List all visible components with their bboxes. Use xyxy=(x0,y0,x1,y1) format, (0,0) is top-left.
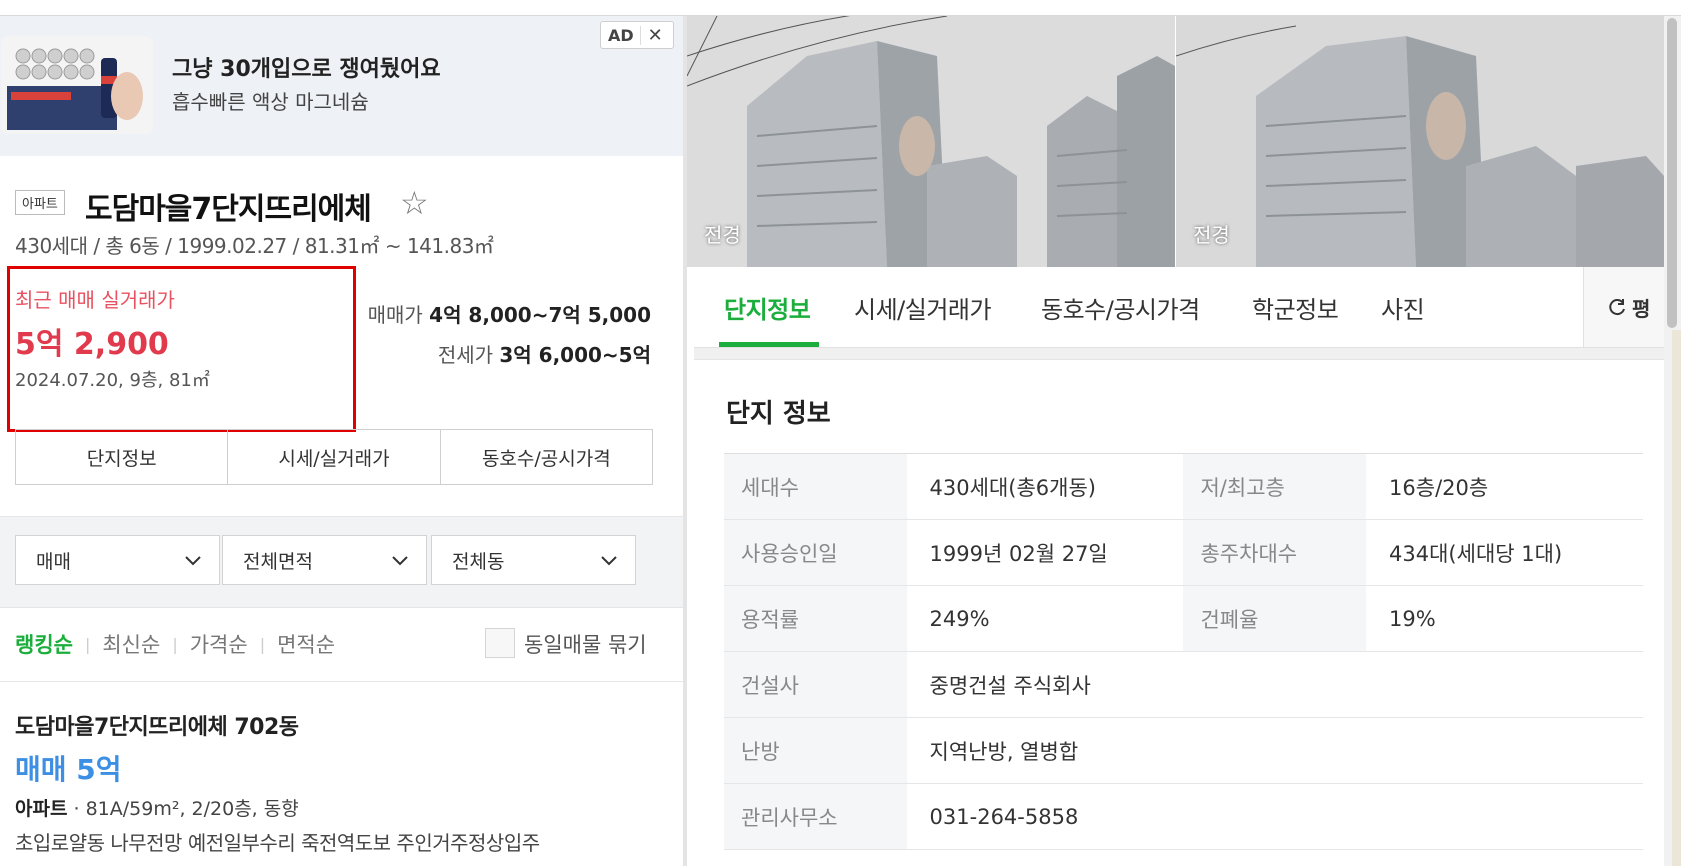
info-value: 16층/20층 xyxy=(1366,453,1643,520)
ad-title[interactable]: 그냥 30개입으로 쟁여뒀어요 xyxy=(172,51,441,83)
list-divider xyxy=(0,681,683,682)
listing-spec-detail: · 81A/59m², 2/20층, 동향 xyxy=(67,798,299,820)
sort-separator: | xyxy=(259,634,266,654)
property-type-badge: 아파트 xyxy=(15,190,65,215)
listing-type: 아파트 xyxy=(15,798,68,820)
recent-trade-label: 최근 매매 실거래가 xyxy=(15,288,175,312)
listing-price[interactable]: 매매 5억 xyxy=(15,748,122,788)
table-row: 건설사 중명건설 주식회사 xyxy=(724,651,1643,718)
tab-unit-official-price[interactable]: 동호수/공시가격 xyxy=(441,430,652,484)
tab-market-trade[interactable]: 시세/실거래가 xyxy=(854,290,992,325)
info-value: 434대(세대당 1대) xyxy=(1366,519,1643,586)
jeonse-price-label: 전세가 xyxy=(437,343,494,367)
info-value: 중명건설 주식회사 xyxy=(906,651,1643,718)
ad-subtitle[interactable]: 흡수빠른 액상 마그네슘 xyxy=(172,86,369,115)
info-key: 건폐율 xyxy=(1183,585,1367,652)
info-key: 총주차대수 xyxy=(1183,519,1367,586)
complex-name: 도담마을7단지뜨리에체 xyxy=(85,192,372,227)
unit-toggle-label: 평 xyxy=(1632,296,1651,321)
jeonse-price-range: 전세가 3억 6,000~5억 xyxy=(438,339,651,368)
info-key: 저/최고층 xyxy=(1183,453,1367,520)
info-section-title: 단지 정보 xyxy=(726,399,831,429)
left-panel: 그냥 30개입으로 쟁여뒀어요 흡수빠른 액상 마그네슘 AD ✕ 아파트 도담… xyxy=(0,16,683,866)
refresh-icon xyxy=(1609,299,1625,316)
complex-summary: 430세대 / 총 6동 / 1999.02.27 / 81.31㎡ ~ 141… xyxy=(15,234,494,258)
photo-label: 전경 xyxy=(704,223,741,247)
info-key: 관리사무소 xyxy=(724,783,907,850)
sort-price[interactable]: 가격순 xyxy=(190,629,248,659)
sale-price-value: 4억 8,000~7억 5,000 xyxy=(429,303,651,327)
active-tab-indicator xyxy=(719,342,819,347)
info-value: 249% xyxy=(906,585,1184,652)
info-value: 19% xyxy=(1366,585,1643,652)
sale-price-label: 매매가 xyxy=(367,303,423,327)
table-row: 난방 지역난방, 열병합 xyxy=(724,717,1643,784)
complex-info-table: 세대수 430세대(총6개동) 저/최고층 16층/20층 사용승인일 1999… xyxy=(724,453,1643,850)
complex-tab-bar: 단지정보 시세/실거래가 동호수/공시가격 xyxy=(15,429,653,485)
sort-ranking[interactable]: 랭킹순 xyxy=(15,629,73,659)
info-key: 사용승인일 xyxy=(724,519,907,586)
tab-complex-detail[interactable]: 단지정보 xyxy=(724,290,811,325)
chevron-down-icon xyxy=(392,556,408,566)
table-row: 사용승인일 1999년 02월 27일 총주차대수 434대(세대당 1대) xyxy=(724,519,1643,586)
area-value: 전체면적 xyxy=(243,550,313,573)
map-edge xyxy=(1672,330,1681,866)
tab-school-info[interactable]: 학군정보 xyxy=(1252,290,1339,325)
unit-toggle-button[interactable]: 평 xyxy=(1583,267,1673,347)
sort-separator: | xyxy=(84,634,91,654)
table-row: 관리사무소 031-264-5858 xyxy=(724,783,1643,850)
scrollbar-thumb[interactable] xyxy=(1667,18,1677,328)
chevron-down-icon xyxy=(185,556,201,566)
sort-latest[interactable]: 최신순 xyxy=(102,629,160,659)
building-value: 전체동 xyxy=(452,550,505,573)
favorite-star-icon[interactable]: ☆ xyxy=(400,184,429,222)
table-row: 용적률 249% 건폐율 19% xyxy=(724,585,1643,652)
area-select[interactable]: 전체면적 xyxy=(222,535,427,585)
info-key: 건설사 xyxy=(724,651,907,718)
info-key: 난방 xyxy=(724,717,907,784)
listing-description: 초입로얄동 나무전망 예전일부수리 죽전역도보 주인거주정상입주 xyxy=(15,831,540,855)
info-value: 430세대(총6개동) xyxy=(906,453,1184,520)
sort-area[interactable]: 면적순 xyxy=(277,629,335,659)
info-value: 031-264-5858 xyxy=(906,783,1643,850)
table-row: 세대수 430세대(총6개동) 저/최고층 16층/20층 xyxy=(724,453,1643,520)
trade-type-select[interactable]: 매매 xyxy=(15,535,220,585)
complex-photo-1[interactable]: 전경 xyxy=(687,16,1175,267)
listing-title[interactable]: 도담마을7단지뜨리에체 702동 xyxy=(15,709,299,741)
tab-photos[interactable]: 사진 xyxy=(1381,290,1425,325)
info-value: 1999년 02월 27일 xyxy=(906,519,1184,586)
photo-label: 전경 xyxy=(1193,223,1230,247)
complex-photo-2[interactable]: 전경 xyxy=(1176,16,1664,267)
info-key: 세대수 xyxy=(724,453,907,520)
chevron-down-icon xyxy=(601,556,617,566)
sort-separator: | xyxy=(172,634,178,654)
building-select[interactable]: 전체동 xyxy=(431,535,636,585)
tab-unit-price[interactable]: 동호수/공시가격 xyxy=(1041,290,1200,325)
info-value: 지역난방, 열병합 xyxy=(906,717,1643,784)
recent-trade-price: 5억 2,900 xyxy=(15,327,169,362)
listing-spec: 아파트 · 81A/59m², 2/20층, 동향 xyxy=(15,794,299,821)
sale-price-range: 매매가 4억 8,000~7억 5,000 xyxy=(368,299,651,328)
ad-banner[interactable]: 그냥 30개입으로 쟁여뒀어요 흡수빠른 액상 마그네슘 AD ✕ xyxy=(0,16,683,156)
ad-label: AD xyxy=(601,25,641,45)
sort-options: 랭킹순 | 최신순 | 가격순 | 면적순 xyxy=(15,629,335,659)
ad-product-image[interactable] xyxy=(1,36,153,134)
group-listings-checkbox[interactable] xyxy=(485,628,515,658)
jeonse-price-value: 3억 6,000~5억 xyxy=(499,343,651,367)
tab-complex-info[interactable]: 단지정보 xyxy=(16,430,229,484)
tab-market-price[interactable]: 시세/실거래가 xyxy=(228,430,441,484)
trade-type-value: 매매 xyxy=(36,550,71,573)
section-separator xyxy=(694,348,1672,360)
info-key: 용적률 xyxy=(724,585,907,652)
browser-top-edge xyxy=(0,0,1681,16)
group-listings-label[interactable]: 동일매물 묶기 xyxy=(524,629,647,659)
recent-trade-detail: 2024.07.20, 9층, 81㎡ xyxy=(15,370,210,391)
ad-tag: AD ✕ xyxy=(600,21,674,49)
ad-close-icon[interactable]: ✕ xyxy=(641,25,663,46)
